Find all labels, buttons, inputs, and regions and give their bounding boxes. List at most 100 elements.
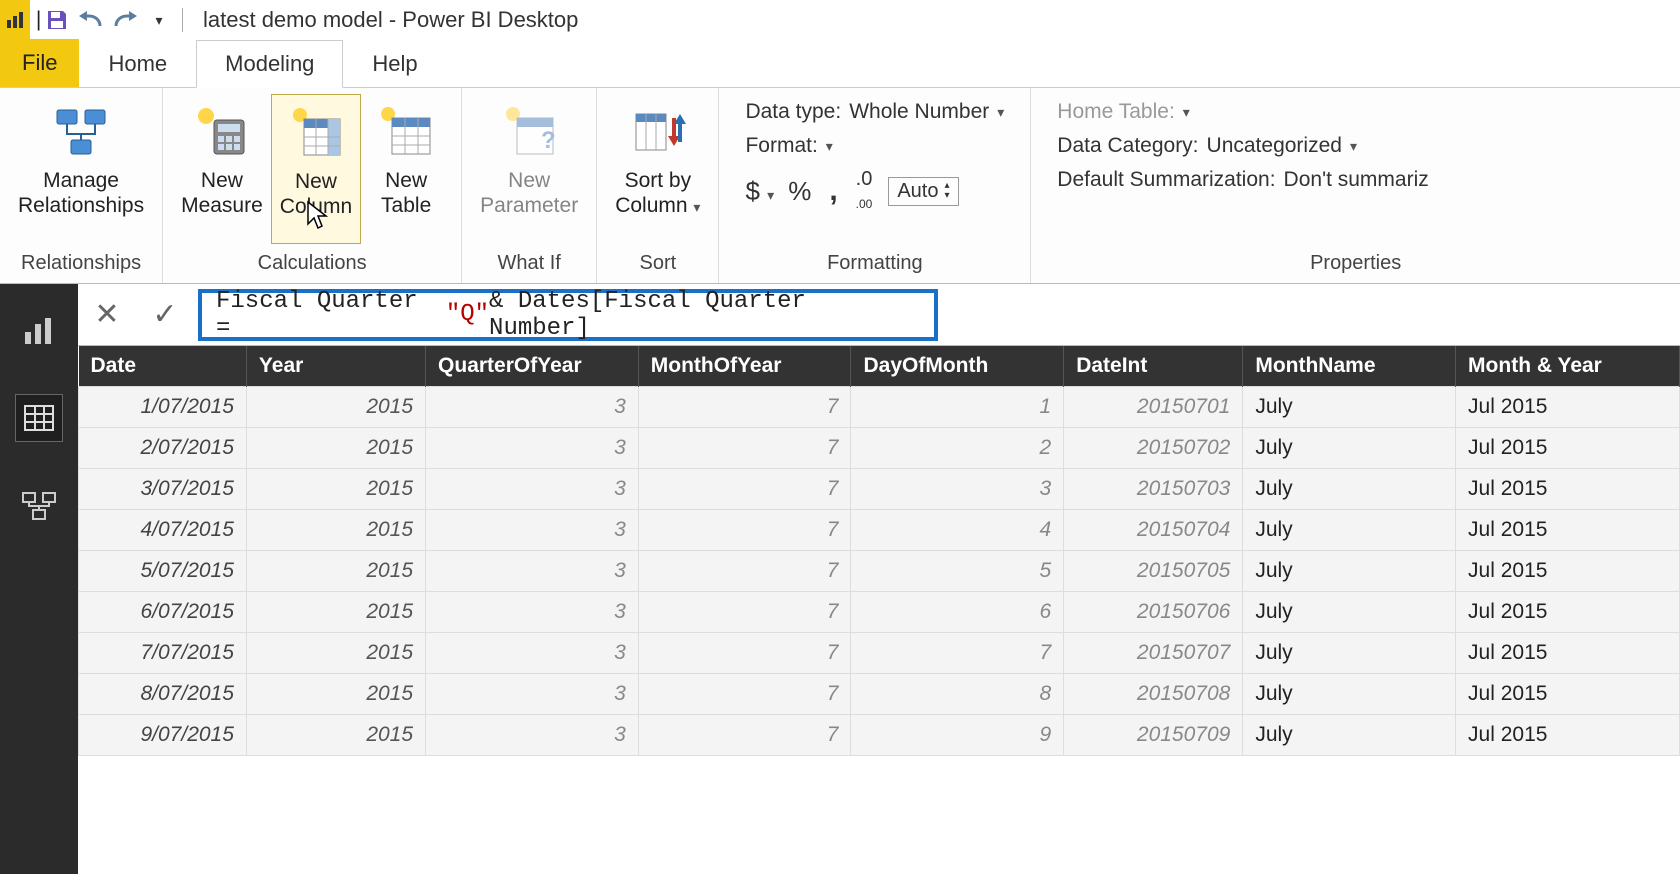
cell[interactable]: 2/07/2015 <box>79 428 247 469</box>
table-row[interactable]: 3/07/2015201537320150703JulyJul 2015 <box>79 469 1680 510</box>
cell[interactable]: 7 <box>638 469 851 510</box>
data-grid[interactable]: DateYearQuarterOfYearMonthOfYearDayOfMon… <box>78 346 1680 874</box>
table-row[interactable]: 5/07/2015201537520150705JulyJul 2015 <box>79 551 1680 592</box>
cell[interactable]: 2015 <box>246 592 425 633</box>
report-view-button[interactable] <box>15 306 63 354</box>
cell[interactable]: 3 <box>426 715 639 756</box>
qat-customize-icon[interactable]: ▾ <box>142 3 176 37</box>
cell[interactable]: 3 <box>426 387 639 428</box>
cell[interactable]: 6/07/2015 <box>79 592 247 633</box>
cell[interactable]: Jul 2015 <box>1456 428 1680 469</box>
cell[interactable]: Jul 2015 <box>1456 592 1680 633</box>
cell[interactable]: 20150702 <box>1064 428 1243 469</box>
model-view-button[interactable] <box>15 482 63 530</box>
cell[interactable]: 5/07/2015 <box>79 551 247 592</box>
column-header[interactable]: MonthOfYear <box>638 346 851 387</box>
cell[interactable]: 7 <box>638 387 851 428</box>
cell[interactable]: 20150708 <box>1064 674 1243 715</box>
cell[interactable]: 5 <box>851 551 1064 592</box>
format-dropdown[interactable]: Format: ▾ <box>745 134 1004 158</box>
cell[interactable]: 3 <box>851 469 1064 510</box>
decimal-places-input[interactable]: Auto ▴▾ <box>888 177 958 206</box>
cell[interactable]: 3 <box>426 592 639 633</box>
data-view-button[interactable] <box>15 394 63 442</box>
cell[interactable]: 2015 <box>246 510 425 551</box>
cell[interactable]: 7 <box>638 715 851 756</box>
cell[interactable]: 2015 <box>246 469 425 510</box>
table-row[interactable]: 8/07/2015201537820150708JulyJul 2015 <box>79 674 1680 715</box>
cell[interactable]: 3 <box>426 510 639 551</box>
currency-button[interactable]: $ ▾ <box>745 176 774 207</box>
cell[interactable]: 9/07/2015 <box>79 715 247 756</box>
percent-button[interactable]: % <box>788 176 811 207</box>
cell[interactable]: 6 <box>851 592 1064 633</box>
column-header[interactable]: Date <box>79 346 247 387</box>
cell[interactable]: 2 <box>851 428 1064 469</box>
cell[interactable]: 2015 <box>246 674 425 715</box>
cell[interactable]: Jul 2015 <box>1456 551 1680 592</box>
cell[interactable]: 7 <box>638 633 851 674</box>
new-parameter-button[interactable]: ? NewParameter <box>472 94 586 244</box>
table-row[interactable]: 9/07/2015201537920150709JulyJul 2015 <box>79 715 1680 756</box>
column-header[interactable]: DayOfMonth <box>851 346 1064 387</box>
cell[interactable]: July <box>1243 592 1456 633</box>
column-header[interactable]: Month & Year <box>1456 346 1680 387</box>
new-table-button[interactable]: NewTable <box>361 94 451 244</box>
cell[interactable]: July <box>1243 551 1456 592</box>
sort-by-column-button[interactable]: Sort byColumn ▾ <box>607 94 708 244</box>
cell[interactable]: 4/07/2015 <box>79 510 247 551</box>
cell[interactable]: 8 <box>851 674 1064 715</box>
column-header[interactable]: DateInt <box>1064 346 1243 387</box>
cell[interactable]: 2015 <box>246 715 425 756</box>
data-type-dropdown[interactable]: Data type: Whole Number ▾ <box>745 100 1004 124</box>
table-row[interactable]: 2/07/2015201537220150702JulyJul 2015 <box>79 428 1680 469</box>
cell[interactable]: 3 <box>426 633 639 674</box>
redo-icon[interactable] <box>108 3 142 37</box>
column-header[interactable]: QuarterOfYear <box>426 346 639 387</box>
cell[interactable]: 1/07/2015 <box>79 387 247 428</box>
cell[interactable]: July <box>1243 387 1456 428</box>
formula-input[interactable]: Fiscal Quarter = "Q" & Dates[Fiscal Quar… <box>198 289 938 341</box>
cell[interactable]: 20150704 <box>1064 510 1243 551</box>
cell[interactable]: 7 <box>638 551 851 592</box>
cell[interactable]: 20150703 <box>1064 469 1243 510</box>
cell[interactable]: 2015 <box>246 387 425 428</box>
cell[interactable]: July <box>1243 469 1456 510</box>
cell[interactable]: July <box>1243 715 1456 756</box>
cell[interactable]: 20150707 <box>1064 633 1243 674</box>
cell[interactable]: July <box>1243 633 1456 674</box>
cell[interactable]: Jul 2015 <box>1456 469 1680 510</box>
cell[interactable]: Jul 2015 <box>1456 387 1680 428</box>
cell[interactable]: 2015 <box>246 551 425 592</box>
cell[interactable]: Jul 2015 <box>1456 674 1680 715</box>
manage-relationships-button[interactable]: ManageRelationships <box>10 94 152 244</box>
cell[interactable]: 2015 <box>246 633 425 674</box>
cell[interactable]: July <box>1243 674 1456 715</box>
data-category-dropdown[interactable]: Data Category: Uncategorized ▾ <box>1057 134 1654 158</box>
column-header[interactable]: MonthName <box>1243 346 1456 387</box>
cancel-formula-button[interactable]: ✕ <box>78 297 136 332</box>
cell[interactable]: 20150706 <box>1064 592 1243 633</box>
cell[interactable]: 7 <box>851 633 1064 674</box>
cell[interactable]: 7 <box>638 510 851 551</box>
tab-modeling[interactable]: Modeling <box>196 40 343 88</box>
new-column-button[interactable]: NewColumn <box>271 94 361 244</box>
cell[interactable]: 2015 <box>246 428 425 469</box>
cell[interactable]: Jul 2015 <box>1456 633 1680 674</box>
cell[interactable]: July <box>1243 510 1456 551</box>
cell[interactable]: 9 <box>851 715 1064 756</box>
table-row[interactable]: 6/07/2015201537620150706JulyJul 2015 <box>79 592 1680 633</box>
column-header[interactable]: Year <box>246 346 425 387</box>
tab-file[interactable]: File <box>0 39 79 87</box>
tab-help[interactable]: Help <box>343 39 446 87</box>
cell[interactable]: 20150701 <box>1064 387 1243 428</box>
cell[interactable]: 7 <box>638 592 851 633</box>
cell[interactable]: 3/07/2015 <box>79 469 247 510</box>
default-summarization-dropdown[interactable]: Default Summarization: Don't summariz <box>1057 168 1654 192</box>
save-icon[interactable] <box>40 3 74 37</box>
thousands-button[interactable]: , <box>829 174 837 208</box>
cell[interactable]: 1 <box>851 387 1064 428</box>
tab-home[interactable]: Home <box>79 39 196 87</box>
cell[interactable]: 7 <box>638 428 851 469</box>
cell[interactable]: Jul 2015 <box>1456 715 1680 756</box>
